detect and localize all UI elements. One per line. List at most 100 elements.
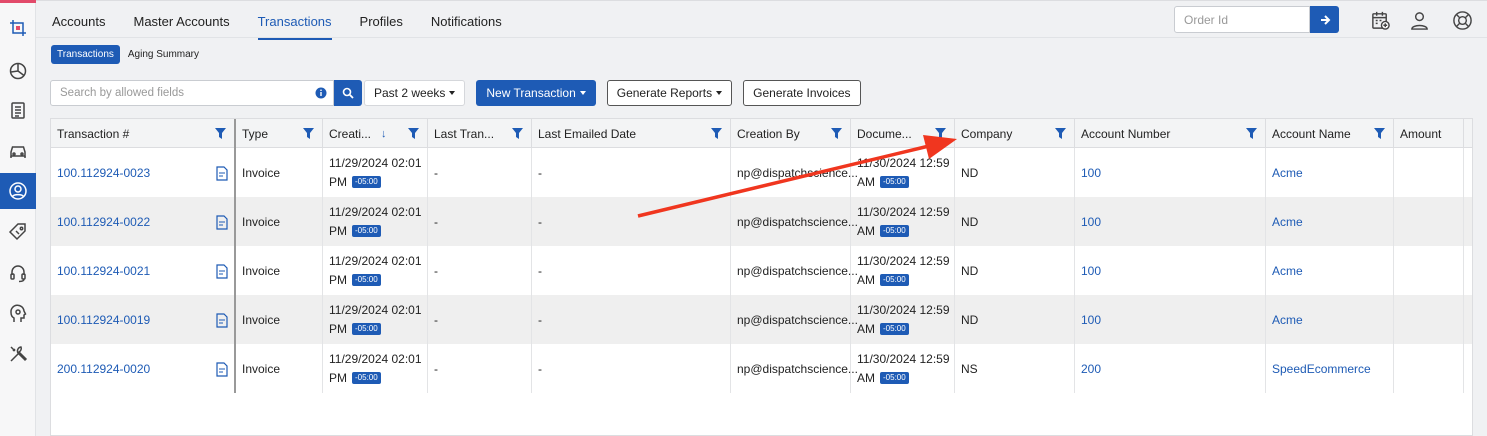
col-header-last-tran[interactable]: Last Tran... xyxy=(428,119,532,148)
search-input[interactable] xyxy=(51,81,311,105)
cell-transaction[interactable]: 200.112924-0020 xyxy=(51,344,236,393)
cell-type-text: Invoice xyxy=(242,214,281,229)
cell-transaction-text[interactable]: 100.112924-0021 xyxy=(57,264,150,278)
col-header-creation[interactable]: Creati... ↓ xyxy=(323,119,428,148)
cell-transaction[interactable]: 100.112924-0021 xyxy=(51,246,236,295)
sidebar-item-accounts[interactable] xyxy=(0,173,36,209)
cell-account-name-text[interactable]: SpeedEcommerce xyxy=(1272,362,1371,376)
cell-type-text: Invoice xyxy=(242,263,281,278)
cell-account-name[interactable]: Acme xyxy=(1266,246,1394,295)
cell-last-emailed-text: - xyxy=(538,312,542,327)
generate-reports-button[interactable]: Generate Reports xyxy=(606,80,733,106)
cell-transaction-text[interactable]: 100.112924-0019 xyxy=(57,313,150,327)
sidebar-item-pricing[interactable] xyxy=(0,214,36,250)
time-suffix: PM -05:00 xyxy=(329,320,422,339)
document-icon[interactable] xyxy=(216,166,228,181)
cell-account-number-text[interactable]: 100 xyxy=(1081,215,1101,229)
filter-icon[interactable] xyxy=(215,128,226,139)
cell-account-number[interactable]: 100 xyxy=(1075,246,1266,295)
sidebar-item-dashboard[interactable] xyxy=(0,53,36,89)
sidebar-item-drivers[interactable] xyxy=(0,132,36,168)
profile-button[interactable] xyxy=(1407,8,1431,32)
col-header-document[interactable]: Docume... xyxy=(851,119,955,148)
cell-transaction-text[interactable]: 100.112924-0023 xyxy=(57,166,150,180)
ampm-text: AM xyxy=(857,174,875,189)
filter-icon[interactable] xyxy=(1374,128,1385,139)
filter-icon[interactable] xyxy=(303,128,314,139)
document-icon[interactable] xyxy=(216,362,228,377)
cell-company-text: NS xyxy=(961,361,978,376)
cell-account-number[interactable]: 200 xyxy=(1075,344,1266,393)
column-label: Docume... xyxy=(857,126,912,141)
new-transaction-button[interactable]: New Transaction xyxy=(476,80,596,106)
sidebar-item-support[interactable] xyxy=(0,255,36,291)
info-icon[interactable] xyxy=(315,87,327,99)
cell-transaction-text[interactable]: 100.112924-0022 xyxy=(57,215,150,229)
cell-account-number-text[interactable]: 100 xyxy=(1081,264,1101,278)
document-icon[interactable] xyxy=(216,264,228,279)
column-label: Creati... xyxy=(329,126,372,141)
ampm-text: PM xyxy=(329,370,347,385)
col-header-type[interactable]: Type xyxy=(236,119,323,148)
col-header-creation-by[interactable]: Creation By xyxy=(731,119,851,148)
datetime-value: 11/30/2024 12:59 AM -05:00 xyxy=(857,350,950,388)
col-header-transaction[interactable]: Transaction # xyxy=(51,119,236,148)
cell-company-text: ND xyxy=(961,263,979,278)
cell-account-number-text[interactable]: 200 xyxy=(1081,362,1101,376)
calendar-button[interactable] xyxy=(1368,8,1392,32)
col-header-last-emailed[interactable]: Last Emailed Date xyxy=(532,119,731,148)
order-go-button[interactable] xyxy=(1310,6,1339,33)
subtab-aging-summary[interactable]: Aging Summary xyxy=(122,45,205,64)
sidebar-item-orders[interactable] xyxy=(0,92,36,128)
table-row[interactable]: 100.112924-0022 Invoice 11/29/2024 02:01 PM… xyxy=(51,197,1472,246)
col-header-company[interactable]: Company xyxy=(955,119,1075,148)
filter-icon[interactable] xyxy=(711,128,722,139)
col-header-account-number[interactable]: Account Number xyxy=(1075,119,1266,148)
sort-down-icon[interactable]: ↓ xyxy=(381,128,387,140)
document-icon[interactable] xyxy=(216,215,228,230)
column-label: Account Number xyxy=(1081,126,1171,141)
cell-account-name[interactable]: Acme xyxy=(1266,148,1394,197)
generate-invoices-button[interactable]: Generate Invoices xyxy=(743,80,861,106)
time-suffix: PM -05:00 xyxy=(329,173,422,192)
cell-account-name[interactable]: SpeedEcommerce xyxy=(1266,344,1394,393)
filter-icon[interactable] xyxy=(935,128,946,139)
cell-account-number[interactable]: 100 xyxy=(1075,197,1266,246)
search-button[interactable] xyxy=(334,80,362,106)
filter-icon[interactable] xyxy=(1246,128,1257,139)
help-button[interactable] xyxy=(1450,8,1474,32)
sidebar-accent-bar xyxy=(0,0,36,3)
table-row[interactable]: 100.112924-0021 Invoice 11/29/2024 02:01 PM… xyxy=(51,246,1472,295)
filter-icon[interactable] xyxy=(408,128,419,139)
period-dropdown[interactable]: Past 2 weeks xyxy=(364,80,466,106)
cell-transaction[interactable]: 100.112924-0023 xyxy=(51,148,236,197)
cell-account-name[interactable]: Acme xyxy=(1266,197,1394,246)
cell-account-name-text[interactable]: Acme xyxy=(1272,264,1303,278)
table-row[interactable]: 200.112924-0020 Invoice 11/29/2024 02:01 PM… xyxy=(51,344,1472,393)
cell-account-number[interactable]: 100 xyxy=(1075,148,1266,197)
col-header-amount[interactable]: Amount xyxy=(1394,119,1464,148)
cell-account-name-text[interactable]: Acme xyxy=(1272,166,1303,180)
table-row[interactable]: 100.112924-0023 Invoice 11/29/2024 02:01 PM… xyxy=(51,148,1472,197)
order-id-input[interactable] xyxy=(1174,6,1310,33)
cell-account-number-text[interactable]: 100 xyxy=(1081,166,1101,180)
cell-transaction[interactable]: 100.112924-0019 xyxy=(51,295,236,344)
cell-account-name-text[interactable]: Acme xyxy=(1272,215,1303,229)
sidebar-item-ai[interactable] xyxy=(0,296,36,332)
cell-account-name-text[interactable]: Acme xyxy=(1272,313,1303,327)
table-row[interactable]: 100.112924-0019 Invoice 11/29/2024 02:01 PM… xyxy=(51,295,1472,344)
filter-icon[interactable] xyxy=(512,128,523,139)
sidebar-item-logo[interactable] xyxy=(0,10,36,46)
sidebar-item-settings[interactable] xyxy=(0,336,36,372)
subtab-transactions[interactable]: Transactions xyxy=(51,45,120,64)
cell-transaction[interactable]: 100.112924-0022 xyxy=(51,197,236,246)
cell-account-number-text[interactable]: 100 xyxy=(1081,313,1101,327)
document-icon[interactable] xyxy=(216,313,228,328)
cell-transaction-text[interactable]: 200.112924-0020 xyxy=(57,362,150,376)
filter-icon[interactable] xyxy=(831,128,842,139)
col-header-account-name[interactable]: Account Name xyxy=(1266,119,1394,148)
cell-last-emailed: - xyxy=(532,344,731,393)
cell-account-number[interactable]: 100 xyxy=(1075,295,1266,344)
filter-icon[interactable] xyxy=(1055,128,1066,139)
cell-account-name[interactable]: Acme xyxy=(1266,295,1394,344)
